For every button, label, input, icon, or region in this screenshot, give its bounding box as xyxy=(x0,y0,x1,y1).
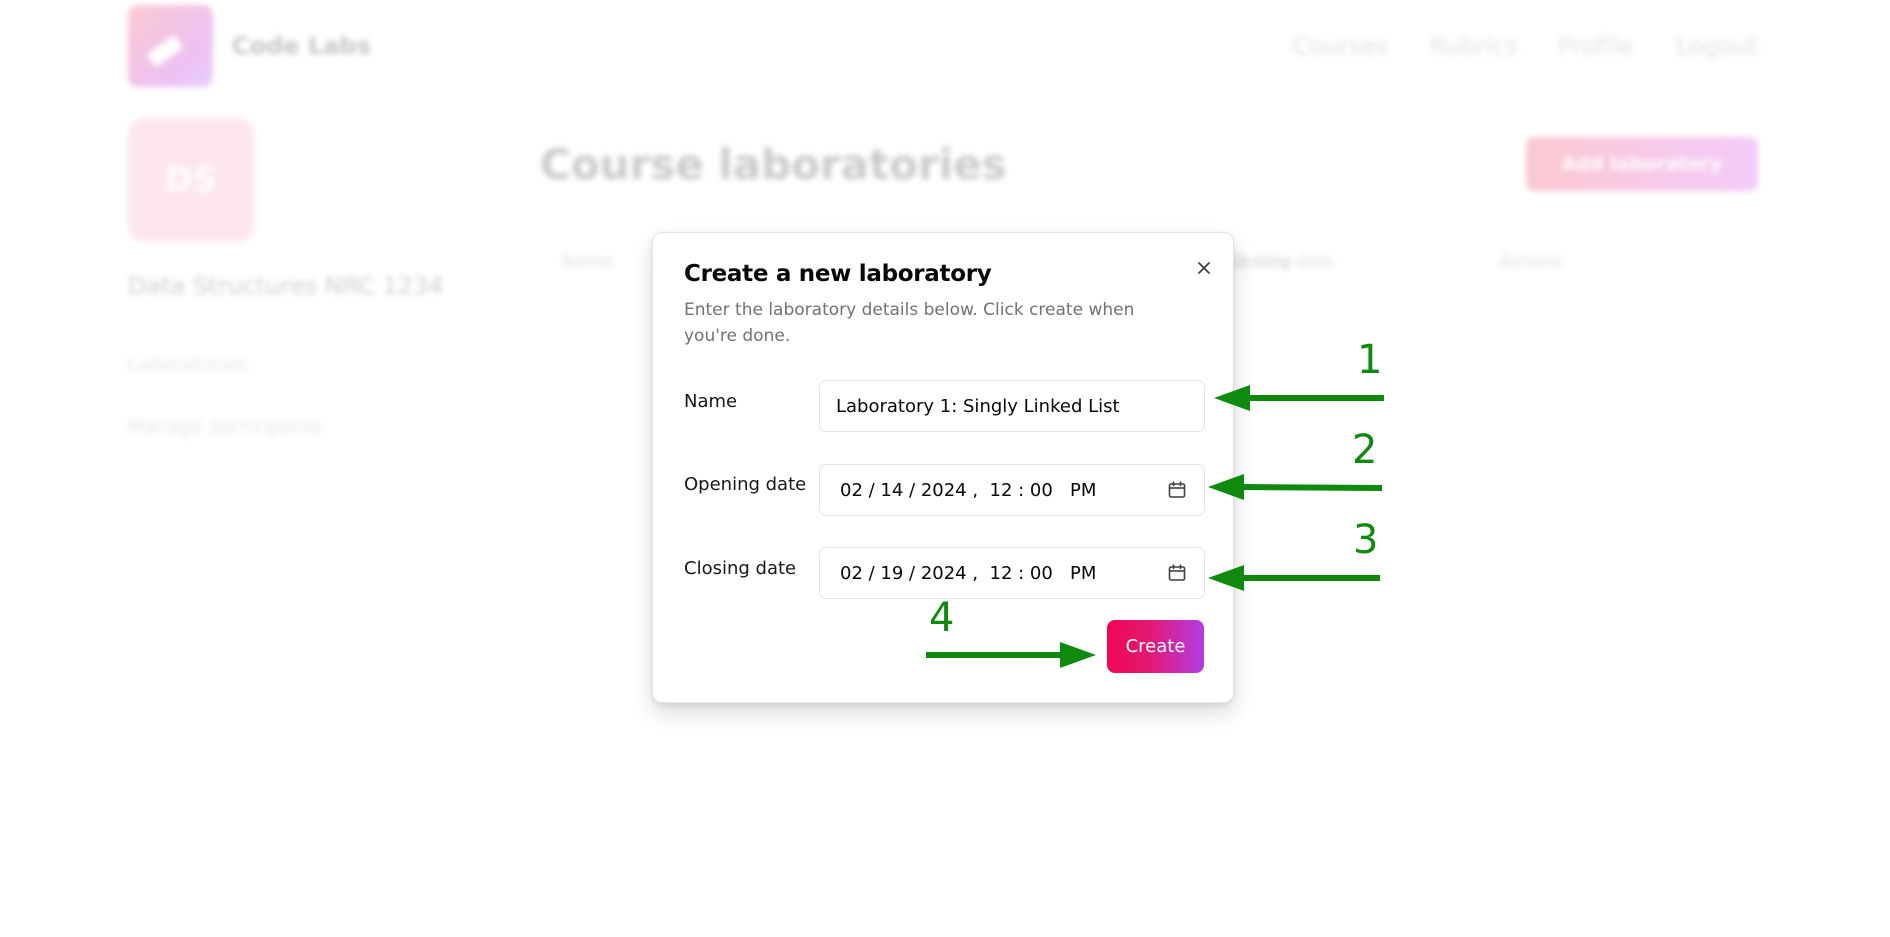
close-button[interactable] xyxy=(1191,255,1217,281)
annotation-label-2: 2 xyxy=(1352,427,1378,473)
opening-date-field[interactable]: 02 / 14 / 2024 , 12 : 00 PM xyxy=(819,464,1205,516)
dialog-description: Enter the laboratory details below. Clic… xyxy=(684,300,1135,346)
course-avatar: DS xyxy=(128,118,254,242)
close-icon xyxy=(1198,262,1210,274)
closing-date-field[interactable]: 02 / 19 / 2024 , 12 : 00 PM xyxy=(819,547,1205,599)
nav-logout[interactable]: Logout xyxy=(1676,32,1758,60)
app-logo[interactable] xyxy=(128,5,213,87)
add-laboratory-button[interactable]: Add laboratory xyxy=(1526,137,1758,191)
calendar-icon[interactable] xyxy=(1166,562,1188,584)
annotation-label-3: 3 xyxy=(1353,517,1379,563)
name-input[interactable] xyxy=(836,395,1188,417)
top-navbar: Code Labs Courses Rubrics Profile Logout xyxy=(0,0,1890,100)
create-button[interactable]: Create xyxy=(1107,620,1204,673)
annotation-label-4: 4 xyxy=(929,595,955,641)
closing-date-value[interactable]: 02 / 19 / 2024 , 12 : 00 PM xyxy=(836,563,1166,584)
table-header-name: Name xyxy=(562,252,613,272)
nav-profile[interactable]: Profile xyxy=(1558,32,1633,60)
calendar-icon[interactable] xyxy=(1166,479,1188,501)
opening-date-value[interactable]: 02 / 14 / 2024 , 12 : 00 PM xyxy=(836,480,1166,501)
name-field[interactable] xyxy=(819,380,1205,432)
dialog-title: Create a new laboratory xyxy=(684,261,992,287)
annotation-label-1: 1 xyxy=(1357,337,1383,383)
nav-rubrics[interactable]: Rubrics xyxy=(1430,32,1518,60)
sidebar-item-laboratories[interactable]: Laboratories xyxy=(128,354,247,376)
page-title: Course laboratories xyxy=(540,140,1007,189)
table-header-closing: Closing date xyxy=(1228,252,1334,272)
course-name: Data Structures NRC 1234 xyxy=(128,272,444,300)
name-label: Name xyxy=(684,391,738,412)
opening-date-label: Opening date xyxy=(684,474,807,495)
sidebar-item-manage-participants[interactable]: Manage participants xyxy=(128,416,323,438)
nav-courses[interactable]: Courses xyxy=(1292,32,1388,60)
closing-date-label: Closing date xyxy=(684,558,797,579)
brand-name[interactable]: Code Labs xyxy=(232,32,371,60)
table-header-actions: Actions xyxy=(1500,252,1563,272)
